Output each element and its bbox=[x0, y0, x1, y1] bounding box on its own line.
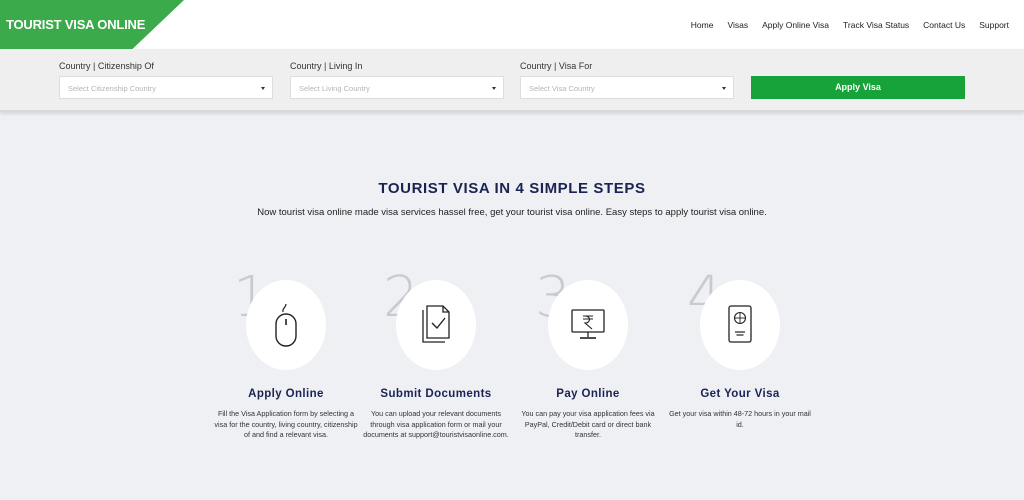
living-select[interactable]: Select Living Country bbox=[290, 76, 504, 99]
step-title: Apply Online bbox=[248, 388, 324, 400]
section-subtitle: Now tourist visa online made visa servic… bbox=[257, 207, 767, 218]
visa-for-placeholder: Select Visa Country bbox=[529, 84, 595, 93]
nav-track-visa-status[interactable]: Track Visa Status bbox=[843, 20, 909, 30]
step-description: You can pay your visa application fees v… bbox=[521, 409, 655, 439]
visa-for-select[interactable]: Select Visa Country bbox=[520, 76, 734, 99]
living-field: Country | Living In Select Living Countr… bbox=[290, 61, 504, 99]
caret-down-icon bbox=[492, 87, 496, 90]
site-header: TOURIST VISA ONLINE Home Visas Apply Onl… bbox=[0, 0, 1024, 49]
step-title: Submit Documents bbox=[380, 388, 492, 400]
step-title: Pay Online bbox=[556, 388, 620, 400]
living-placeholder: Select Living Country bbox=[299, 84, 370, 93]
caret-down-icon bbox=[722, 87, 726, 90]
passport-icon bbox=[728, 305, 752, 343]
step-title: Get Your Visa bbox=[700, 388, 780, 400]
apply-visa-button[interactable]: Apply Visa bbox=[751, 76, 965, 99]
nav-visas[interactable]: Visas bbox=[727, 20, 748, 30]
documents-icon bbox=[422, 305, 450, 343]
logo-text[interactable]: TOURIST VISA ONLINE bbox=[6, 17, 145, 32]
citizenship-field: Country | Citizenship Of Select Citizens… bbox=[59, 61, 273, 99]
step-description: Get your visa within 48-72 hours in your… bbox=[669, 409, 811, 429]
mouse-icon bbox=[275, 303, 297, 347]
nav-contact-us[interactable]: Contact Us bbox=[923, 20, 965, 30]
main-nav: Home Visas Apply Online Visa Track Visa … bbox=[677, 20, 1009, 30]
monitor-rupee-icon bbox=[571, 309, 605, 339]
living-label: Country | Living In bbox=[290, 61, 363, 71]
caret-down-icon bbox=[261, 87, 265, 90]
section-title: TOURIST VISA IN 4 SIMPLE STEPS bbox=[378, 180, 646, 197]
citizenship-placeholder: Select Citizenship Country bbox=[68, 84, 156, 93]
visa-search-bar: Country | Citizenship Of Select Citizens… bbox=[0, 49, 1024, 112]
step-description: Fill the Visa Application form by select… bbox=[214, 409, 358, 439]
nav-home[interactable]: Home bbox=[691, 20, 714, 30]
citizenship-select[interactable]: Select Citizenship Country bbox=[59, 76, 273, 99]
visa-for-label: Country | Visa For bbox=[520, 61, 593, 71]
step-description: You can upload your relevant documents t… bbox=[363, 409, 509, 439]
visa-for-field: Country | Visa For Select Visa Country bbox=[520, 61, 734, 99]
citizenship-label: Country | Citizenship Of bbox=[59, 61, 154, 71]
nav-support[interactable]: Support bbox=[979, 20, 1009, 30]
nav-apply-online-visa[interactable]: Apply Online Visa bbox=[762, 20, 829, 30]
